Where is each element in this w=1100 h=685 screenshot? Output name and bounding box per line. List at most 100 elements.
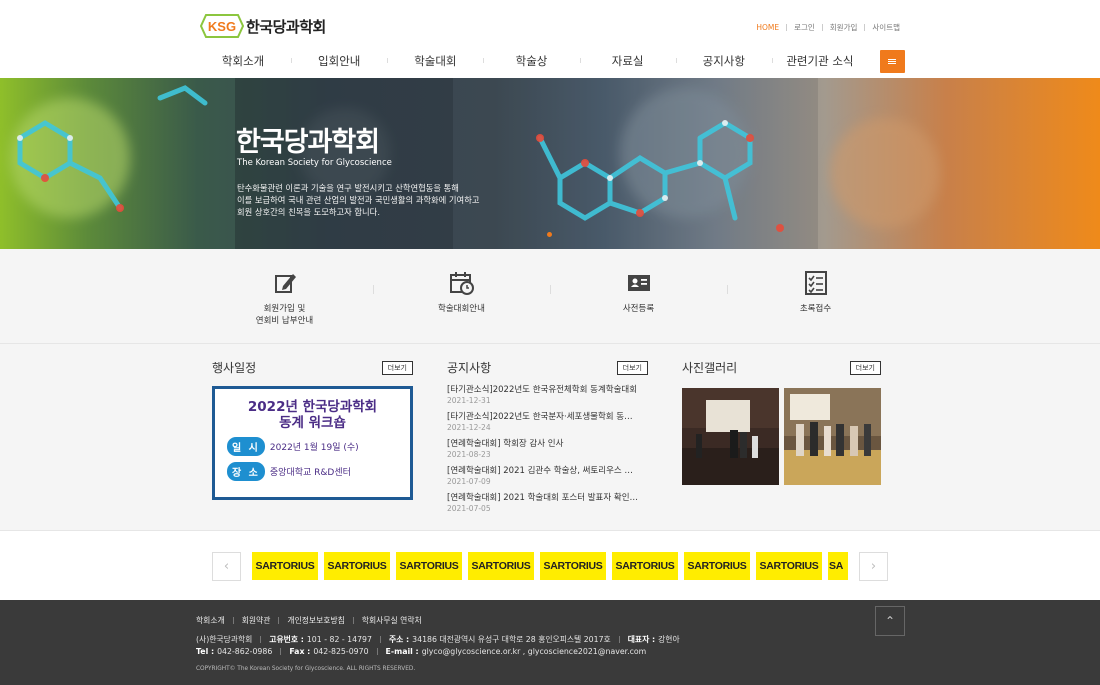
nav-item-about[interactable]: 학회소개	[195, 53, 291, 69]
nav-item-conference[interactable]: 학술대회	[387, 53, 483, 69]
section-title: 행사일정	[212, 361, 257, 375]
footer-contact-line: Tel : 042-862-0986 Fax : 042-825-0970 E-…	[196, 647, 646, 656]
all-menu-button[interactable]	[879, 49, 905, 73]
quick-link-label: 초록접수	[799, 304, 832, 314]
divider	[280, 648, 282, 655]
footer-link-about[interactable]: 학회소개	[196, 615, 225, 626]
list-item[interactable]: [타기관소식]2022년도 한국유전체학회 동계학술대회 2021-12-31	[447, 383, 648, 405]
signup-link[interactable]: 회원가입	[830, 22, 858, 33]
sponsor-next-button[interactable]: ›	[859, 552, 888, 581]
section-header: 공지사항 더보기	[447, 359, 648, 376]
sponsor-logo[interactable]: SARTORIUS	[396, 552, 462, 580]
chevron-right-icon: ›	[870, 559, 877, 574]
notice-date: 2021-07-05	[447, 504, 491, 513]
sponsor-logo[interactable]: SARTORIUS	[684, 552, 750, 580]
sponsor-logo[interactable]: SARTORIUS	[252, 552, 318, 580]
section-header: 사진갤러리 더보기	[682, 359, 881, 376]
sponsor-logo[interactable]: SARTORIUS	[612, 552, 678, 580]
notice-date: 2021-12-24	[447, 423, 491, 432]
quick-link-abstract[interactable]: 초록접수	[727, 249, 904, 343]
notice-list: [타기관소식]2022년도 한국유전체학회 동계학술대회 2021-12-31 …	[447, 383, 648, 513]
gallery-more-button[interactable]: 더보기	[849, 360, 881, 375]
main-nav: 학회소개 입회안내 학술대회 학술상 자료실 공지사항 관련기관 소식	[195, 49, 905, 73]
gallery-photo[interactable]	[784, 388, 881, 485]
quick-link-registration[interactable]: 사전등록	[550, 249, 727, 343]
list-item[interactable]: [연례학술대회] 2021 김관수 학술상, 써토리우스 … 2021-07-0…	[447, 464, 648, 486]
fax-label: Fax :	[289, 647, 311, 656]
home-link[interactable]: HOME	[756, 23, 779, 32]
nav-item-notices[interactable]: 공지사항	[675, 53, 772, 69]
copyright: COPYRIGHT© The Korean Society for Glycos…	[196, 666, 416, 672]
address-label: 주소 :	[388, 635, 410, 644]
footer-link-privacy[interactable]: 개인정보보호방침	[287, 615, 344, 626]
site-header: KSG 한국당과학회 HOME 로그인 회원가입 사이트맵 학회소개 입회안내 …	[0, 0, 1100, 78]
footer-link-contact[interactable]: 학회사무실 연락처	[362, 615, 422, 626]
sponsor-logo[interactable]: SA	[828, 552, 848, 580]
main-content: 행사일정 더보기 2022년 한국당과학회 동계 워크숍 일 시 2022년 1…	[0, 344, 1100, 530]
notice-title: [연례학술대회] 2021 김관수 학술상, 써토리우스 …	[447, 466, 633, 476]
divider	[864, 24, 866, 31]
notices-more-button[interactable]: 더보기	[616, 360, 648, 375]
chevron-up-icon: ⌃	[884, 614, 896, 628]
divider	[260, 636, 262, 643]
sponsor-logo[interactable]: SARTORIUS	[540, 552, 606, 580]
calendar-clock-icon	[449, 272, 474, 295]
list-item[interactable]: [연례학술대회] 2021 학술대회 포스터 발표자 확인… 2021-07-0…	[447, 491, 648, 513]
gallery-photo[interactable]	[682, 388, 779, 485]
section-title: 공지사항	[447, 361, 492, 375]
slide-indicator[interactable]	[547, 232, 552, 237]
event-place-row: 장 소 중앙대학교 R&D센터	[227, 462, 410, 481]
divider	[786, 24, 788, 31]
divider	[232, 617, 234, 624]
nav-item-archive[interactable]: 자료실	[579, 53, 676, 69]
site-footer: 학회소개 회원약관 개인정보보호방침 학회사무실 연락처 (사)한국당과학회 고…	[0, 600, 1100, 685]
list-item[interactable]: [연례학술대회] 학회장 감사 인사 2021-08-23	[447, 437, 648, 459]
events-more-button[interactable]: 더보기	[381, 360, 413, 375]
event-place-tag: 장 소	[227, 462, 265, 481]
site-logo[interactable]: KSG 한국당과학회	[200, 14, 326, 38]
label-line: 연회비 납부안내	[255, 316, 314, 326]
email-label: E-mail :	[385, 647, 419, 656]
divider	[352, 617, 354, 624]
section-header: 행사일정 더보기	[212, 359, 413, 376]
footer-link-terms[interactable]: 회원약관	[242, 615, 271, 626]
sponsor-logo[interactable]: SARTORIUS	[468, 552, 534, 580]
notice-title: [연례학술대회] 학회장 감사 인사	[447, 439, 564, 449]
tel: 042-862-0986	[217, 647, 273, 656]
svg-text:KSG: KSG	[208, 19, 236, 34]
quick-link-membership[interactable]: 회원가입 및 연회비 납부안내	[196, 249, 373, 343]
quick-link-conference[interactable]: 학술대회안내	[373, 249, 550, 343]
sponsor-logo[interactable]: SARTORIUS	[324, 552, 390, 580]
event-place: 중앙대학교 R&D센터	[269, 468, 351, 478]
divider	[618, 636, 620, 643]
sponsor-prev-button[interactable]: ‹	[212, 552, 241, 581]
photo-thumbnail	[682, 388, 779, 485]
login-link[interactable]: 로그인	[794, 22, 815, 33]
hero-title: 한국당과학회	[236, 127, 380, 158]
quick-links: 회원가입 및 연회비 납부안내 학술대회안내 사전등록 초록접수	[0, 249, 1100, 344]
hamburger-icon	[888, 58, 897, 64]
notice-title: [연례학술대회] 2021 학술대회 포스터 발표자 확인…	[447, 493, 639, 503]
sitemap-link[interactable]: 사이트맵	[872, 22, 900, 33]
ceo-label: 대표자 :	[627, 635, 656, 644]
nav-item-membership[interactable]: 입회안내	[291, 53, 387, 69]
fax: 042-825-0970	[313, 647, 369, 656]
id-card-icon	[627, 275, 650, 291]
event-banner[interactable]: 2022년 한국당과학회 동계 워크숍 일 시 2022년 1월 19일 (수)…	[212, 386, 413, 500]
ksg-logo-mark: KSG	[200, 14, 244, 38]
event-date-row: 일 시 2022년 1월 19일 (수)	[227, 437, 410, 456]
footer-nav: 학회소개 회원약관 개인정보보호방침 학회사무실 연락처	[196, 615, 422, 626]
divider	[278, 617, 280, 624]
event-date: 2022년 1월 19일 (수)	[269, 443, 359, 453]
list-item[interactable]: [타기관소식]2022년도 한국분자·세포생물학회 동… 2021-12-24	[447, 410, 648, 432]
utility-links: HOME 로그인 회원가입 사이트맵	[756, 22, 900, 33]
hero-desc-line: 탄수화물관련 이론과 기술을 연구 발전시키고 산학연협동을 통해	[237, 183, 459, 193]
notice-title: [타기관소식]2022년도 한국유전체학회 동계학술대회	[447, 385, 638, 395]
ceo-name: 강현아	[658, 635, 680, 644]
scroll-top-button[interactable]: ⌃	[875, 606, 905, 636]
nav-item-related-news[interactable]: 관련기관 소식	[771, 53, 868, 69]
events-section: 행사일정 더보기 2022년 한국당과학회 동계 워크숍 일 시 2022년 1…	[212, 359, 413, 500]
nav-item-awards[interactable]: 학술상	[483, 53, 579, 69]
sponsor-carousel: ‹ SARTORIUS SARTORIUS SARTORIUS SARTORIU…	[0, 530, 1100, 600]
sponsor-logo[interactable]: SARTORIUS	[756, 552, 822, 580]
